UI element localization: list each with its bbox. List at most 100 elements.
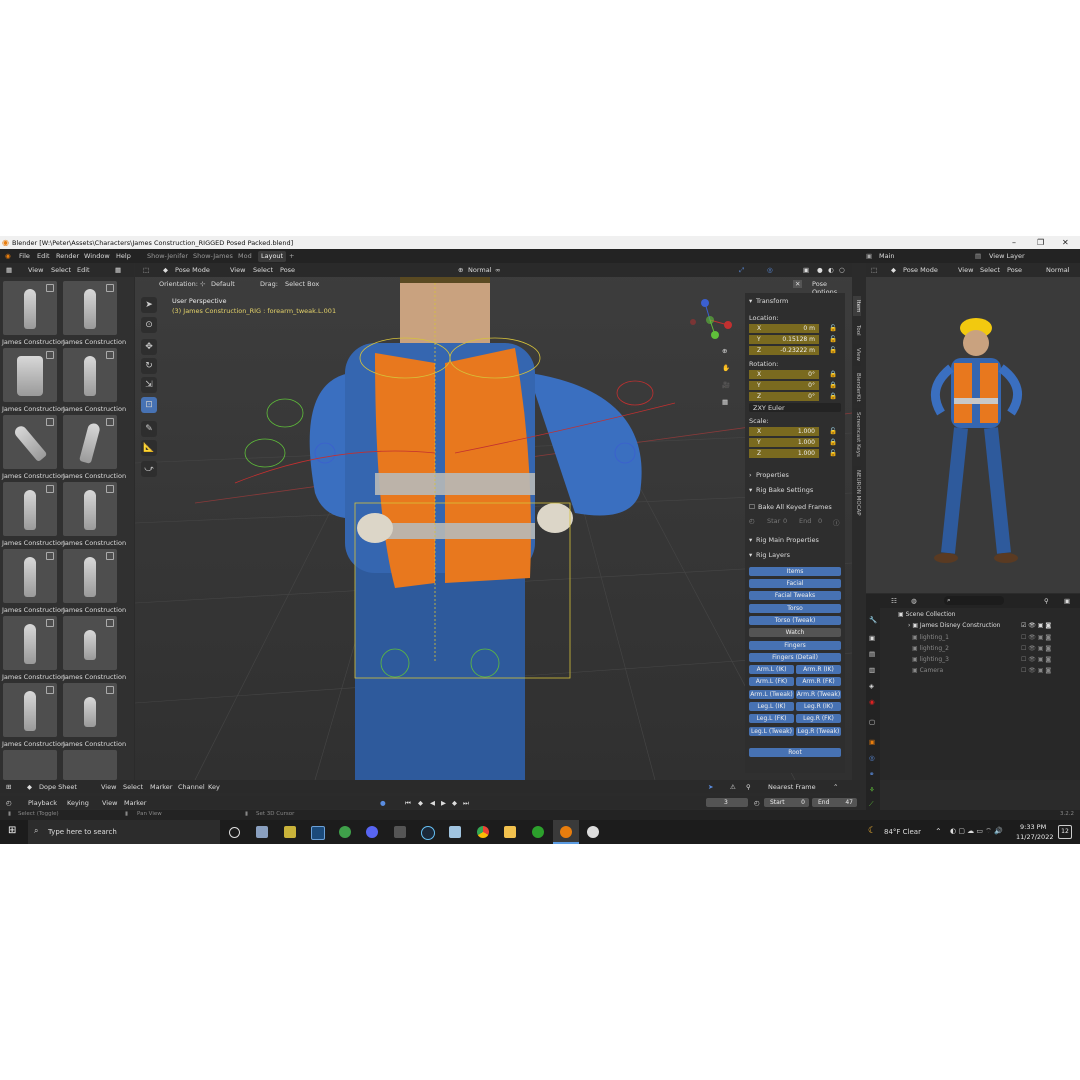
display-mode-icon[interactable]: ◍ bbox=[911, 597, 917, 605]
object-properties-icon[interactable]: ▣ bbox=[869, 738, 875, 746]
measure-tool-icon[interactable]: 📐 bbox=[141, 440, 157, 456]
filter-icon[interactable]: ⚲ bbox=[746, 783, 751, 791]
dopesheet-menu-channel[interactable]: Channel bbox=[178, 783, 205, 791]
tool-properties-icon[interactable]: 🔧 bbox=[869, 616, 877, 624]
rig-layer-facial-tweaks[interactable]: Facial Tweaks bbox=[749, 591, 841, 600]
tab-layout[interactable]: Layout bbox=[258, 251, 287, 262]
menu-edit[interactable]: Edit bbox=[37, 252, 50, 260]
collapse-arrow-icon[interactable]: ▾ bbox=[749, 486, 752, 494]
rig-layer-root[interactable]: Root bbox=[749, 748, 841, 757]
rotation-mode-dropdown[interactable]: ZXY Euler bbox=[749, 403, 841, 412]
gizmo-toggle-icon[interactable]: ⤢ bbox=[739, 266, 744, 275]
asset-thumbnail[interactable] bbox=[3, 616, 57, 670]
viewport-menu-select[interactable]: Select bbox=[253, 266, 273, 274]
rig-layer-torso-tweak[interactable]: Torso (Tweak) bbox=[749, 616, 841, 625]
editor-type-icon[interactable]: ⬚ bbox=[871, 266, 877, 274]
lock-icon[interactable]: 🔓 bbox=[829, 449, 837, 457]
minimize-icon[interactable]: – bbox=[1012, 238, 1016, 247]
scene-name[interactable]: Main bbox=[879, 252, 895, 260]
add-workspace-icon[interactable]: + bbox=[289, 252, 294, 260]
asset-thumbnail[interactable] bbox=[63, 281, 117, 335]
asset-thumbnail[interactable] bbox=[63, 415, 117, 469]
scale-x-field[interactable]: X 1.000 bbox=[749, 427, 819, 436]
new-collection-icon[interactable]: ▣ bbox=[1064, 597, 1070, 605]
app-icon[interactable] bbox=[449, 826, 461, 838]
collapse-arrow-icon[interactable]: ▾ bbox=[749, 536, 752, 544]
cursor-tool-icon[interactable]: ⊙ bbox=[141, 317, 157, 333]
timeline-menu-playback[interactable]: Playback bbox=[28, 799, 57, 807]
armature-data-icon[interactable]: ⚘ bbox=[869, 786, 875, 794]
timeline-menu-marker[interactable]: Marker bbox=[124, 799, 146, 807]
bake-info-icon[interactable]: ⓘ bbox=[833, 517, 840, 527]
frame-start-field[interactable]: Start 0 bbox=[764, 798, 809, 807]
editor-type-icon[interactable]: ▦ bbox=[6, 266, 12, 274]
preview-menu-select[interactable]: Select bbox=[980, 266, 1000, 274]
lock-icon[interactable]: 🔒 bbox=[829, 392, 837, 400]
task-view-icon[interactable] bbox=[229, 827, 240, 838]
rig-main-header[interactable]: Rig Main Properties bbox=[756, 536, 819, 544]
menu-file[interactable]: File bbox=[19, 252, 30, 260]
rotate-tool-icon[interactable]: ↻ bbox=[141, 358, 157, 374]
current-frame-field[interactable]: 3 bbox=[706, 798, 748, 807]
asset-thumbnail[interactable] bbox=[63, 482, 117, 536]
jump-start-icon[interactable]: ⏮ bbox=[405, 799, 411, 808]
sidebar-close-icon[interactable]: ✕ bbox=[793, 280, 803, 288]
jump-end-icon[interactable]: ⏭ bbox=[463, 799, 469, 808]
annotate-tool-icon[interactable]: ✎ bbox=[141, 421, 157, 437]
lock-icon[interactable]: 🔓 bbox=[829, 346, 837, 354]
filter-icon[interactable]: ⚲ bbox=[1044, 597, 1049, 605]
asset-thumbnail[interactable] bbox=[3, 348, 57, 402]
proportional-icon[interactable]: ⌃ bbox=[833, 783, 838, 791]
clock-time[interactable]: 9:33 PM bbox=[1020, 823, 1046, 831]
pan-hand-icon[interactable]: ✋ bbox=[722, 364, 730, 372]
outliner-row[interactable]: ▣ lighting_2 bbox=[912, 645, 949, 652]
windows-start-icon[interactable]: ⊞ bbox=[8, 825, 16, 836]
roll-tool-icon[interactable]: ⤻ bbox=[141, 461, 157, 477]
sidebar-tab-tool[interactable]: Tool bbox=[853, 320, 861, 340]
rotation-z-field[interactable]: Z 0° bbox=[749, 392, 819, 401]
view-layer-icon[interactable]: ▥ bbox=[869, 666, 875, 674]
transform-tool-icon[interactable]: ⊡ bbox=[141, 397, 157, 413]
view-layer-name[interactable]: View Layer bbox=[989, 252, 1025, 260]
bake-all-checkbox[interactable]: ☐ bbox=[749, 503, 755, 511]
sidebar-tab-screencast-keys[interactable]: Screencast Keys bbox=[853, 408, 861, 460]
viewport-menu-view[interactable]: View bbox=[230, 266, 245, 274]
display-mode-icon[interactable]: ▦ bbox=[115, 266, 121, 274]
shading-normal[interactable]: Normal bbox=[468, 266, 492, 274]
drag-dropdown[interactable]: Select Box bbox=[285, 280, 319, 288]
notification-icon[interactable]: 12 bbox=[1058, 825, 1072, 839]
sidebar-tab-view[interactable]: View bbox=[853, 344, 861, 366]
close-icon[interactable]: ✕ bbox=[1062, 238, 1069, 247]
app-icon[interactable] bbox=[256, 826, 268, 838]
asset-thumbnail[interactable] bbox=[63, 549, 117, 603]
asset-thumbnail[interactable] bbox=[3, 683, 57, 737]
rig-layer-leg-l-tweak[interactable]: Leg.L (Tweak) bbox=[749, 727, 794, 736]
camera-view-icon[interactable]: 🎥 bbox=[722, 381, 730, 389]
rig-layer-arm-r-ik[interactable]: Arm.R (IK) bbox=[796, 665, 841, 674]
asset-menu-edit[interactable]: Edit bbox=[77, 266, 90, 274]
outliner-row[interactable]: › ▣ James Disney Construction bbox=[908, 622, 1000, 629]
app-icon[interactable] bbox=[284, 826, 296, 838]
preview-menu-pose[interactable]: Pose bbox=[1007, 266, 1022, 274]
scale-y-field[interactable]: Y 1.000 bbox=[749, 438, 819, 447]
transform-orientation-icon[interactable]: ⊕ bbox=[458, 266, 463, 274]
visual-studio-icon[interactable] bbox=[311, 826, 325, 840]
asset-thumbnail[interactable] bbox=[3, 482, 57, 536]
rig-layer-torso[interactable]: Torso bbox=[749, 604, 841, 613]
preview-menu-view[interactable]: View bbox=[958, 266, 973, 274]
steam-icon[interactable] bbox=[421, 826, 435, 840]
outliner-toggles[interactable]: ☑ 👁 ▣ ◙ bbox=[1021, 622, 1051, 629]
taskbar-search-box[interactable]: ⌕ Type here to search bbox=[28, 820, 220, 844]
outliner-toggles[interactable]: ☐ 👁 ▣ ◙ bbox=[1021, 634, 1051, 641]
maximize-icon[interactable]: ❐ bbox=[1037, 238, 1044, 247]
rig-layer-watch[interactable]: Watch bbox=[749, 628, 841, 637]
render-properties-icon[interactable]: ▣ bbox=[869, 634, 875, 642]
outliner-toggles[interactable]: ☐ 👁 ▣ ◙ bbox=[1021, 645, 1051, 652]
select-tool-icon[interactable]: ➤ bbox=[141, 297, 157, 313]
menu-render[interactable]: Render bbox=[56, 252, 79, 260]
tab-mod[interactable]: Mod bbox=[238, 252, 252, 260]
lock-icon[interactable]: 🔓 bbox=[829, 335, 837, 343]
preview-mode-selector[interactable]: Pose Mode bbox=[903, 266, 938, 274]
rig-layer-leg-r-fk[interactable]: Leg.R (FK) bbox=[796, 714, 841, 723]
tray-icons[interactable]: ◐ ▢ ☁ ▭ ⌔ 🔊 bbox=[950, 827, 1003, 836]
